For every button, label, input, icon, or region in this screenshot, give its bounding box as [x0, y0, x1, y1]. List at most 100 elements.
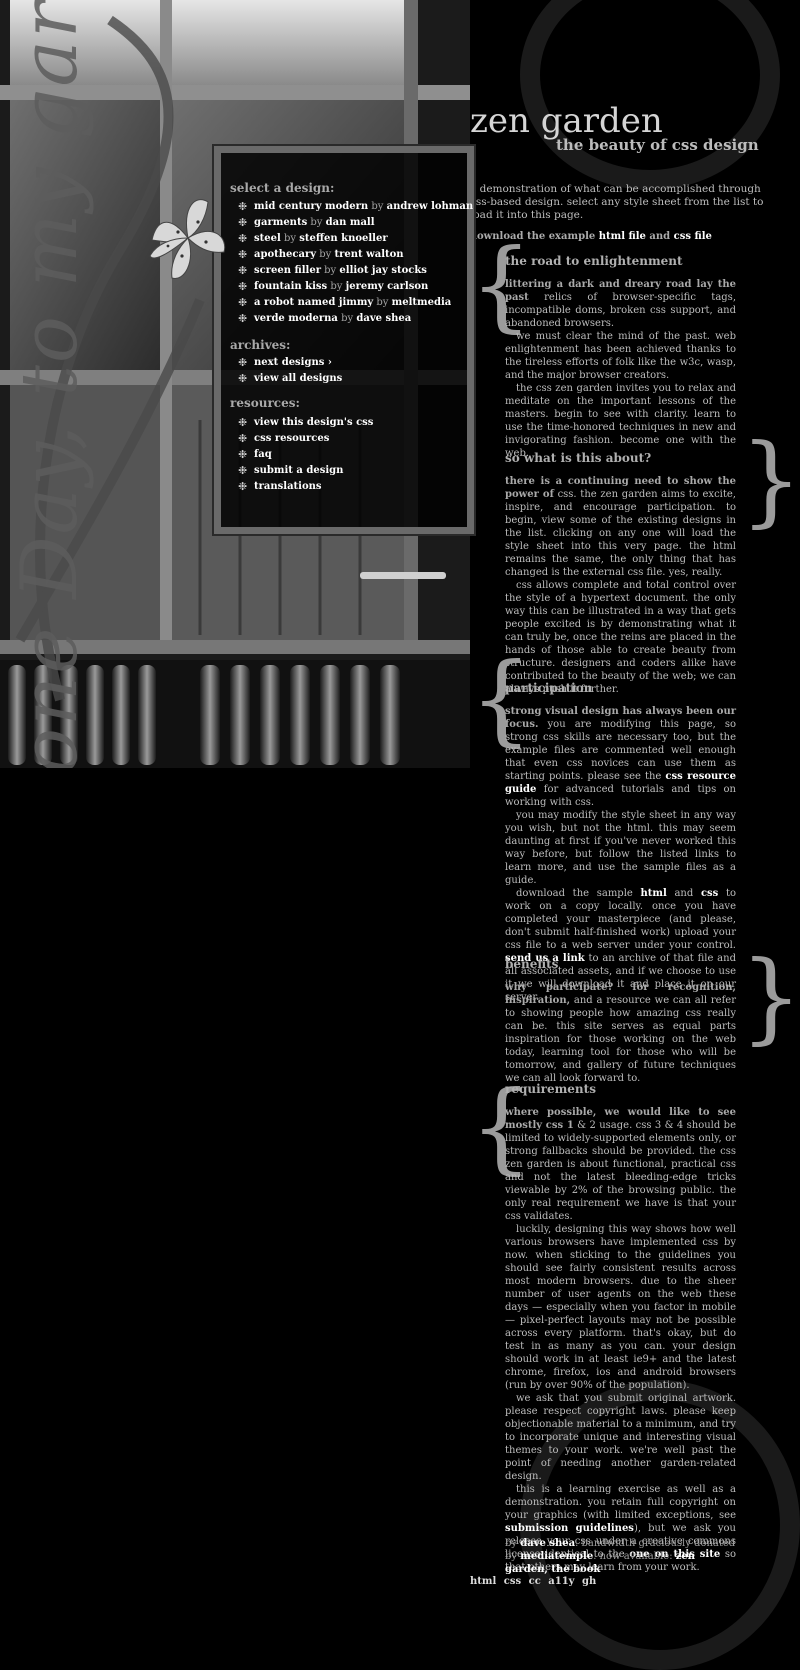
swirl-ornament-top — [520, 0, 780, 190]
footer-link-gh[interactable]: gh — [582, 1576, 596, 1587]
flower-bullet-icon: ❉ — [238, 416, 248, 429]
paragraph-text: & 2 usage. css 3 & 4 should be limited t… — [505, 1120, 736, 1222]
footer-link-a11y[interactable]: a11y — [548, 1576, 574, 1587]
design-item[interactable]: ❉ mid century modern by andrew lohman — [221, 199, 473, 215]
design-author-link[interactable]: jeremy carlson — [346, 281, 429, 292]
script-watermark-text: one Day, to my garden — [5, 0, 95, 768]
design-by: by — [341, 313, 354, 324]
footer-link-html[interactable]: html — [470, 1576, 496, 1587]
section-paragraph: where possible, we would like to see mos… — [505, 1106, 736, 1223]
design-author-link[interactable]: elliot jay stocks — [339, 265, 427, 276]
archive-item[interactable]: ❉ view all designs — [221, 371, 342, 387]
css-file-link[interactable]: css file — [674, 231, 712, 242]
footer-link-css[interactable]: css — [504, 1576, 521, 1587]
design-item[interactable]: ❉ garments by dan mall — [221, 215, 473, 231]
lily-flower-image — [149, 199, 226, 279]
resource-item[interactable]: ❉ submit a design — [221, 463, 373, 479]
design-by: by — [371, 201, 384, 212]
design-name-link[interactable]: verde moderna — [254, 313, 338, 324]
flower-bullet-icon: ❉ — [238, 232, 248, 245]
resource-item[interactable]: ❉ translations — [221, 479, 373, 495]
design-author-link[interactable]: andrew lohman — [387, 201, 474, 212]
paragraph-text: and — [666, 888, 701, 899]
design-item[interactable]: ❉ a robot named jimmy by meltmedia — [221, 295, 473, 311]
footer-links: html css cc a11y gh — [470, 1576, 600, 1587]
next-designs-link[interactable]: next designs › — [254, 357, 332, 368]
sample-html-link[interactable]: html — [641, 888, 667, 899]
css-resources-link[interactable]: css resources — [254, 433, 329, 444]
credits-text: . now available: — [593, 1551, 673, 1562]
design-author-link[interactable]: dan mall — [326, 217, 375, 228]
section-heading: benefits — [505, 957, 559, 971]
select-design-heading: select a design: — [230, 181, 335, 195]
author-link[interactable]: dave shea — [520, 1538, 575, 1549]
design-item[interactable]: ❉ screen filler by elliot jay stocks — [221, 263, 473, 279]
section-heading: requirements — [505, 1082, 596, 1096]
design-name-link[interactable]: fountain kiss — [254, 281, 327, 292]
credits: by dave shea. bandwidth graciously donat… — [505, 1537, 736, 1576]
design-by: by — [324, 265, 337, 276]
flower-bullet-icon: ❉ — [238, 312, 248, 325]
design-by: by — [319, 249, 332, 260]
design-selection-panel: select a design: ❉ mid century modern by … — [214, 146, 474, 534]
design-name-link[interactable]: garments — [254, 217, 307, 228]
design-item[interactable]: ❉ fountain kiss by jeremy carlson — [221, 279, 473, 295]
section-so-what-is-this-about: so what is this about? there is a contin… — [505, 451, 736, 696]
view-all-designs-link[interactable]: view all designs — [254, 373, 342, 384]
design-name-link[interactable]: a robot named jimmy — [254, 297, 373, 308]
section-participation: participation strong visual design has a… — [505, 681, 736, 1004]
design-author-link[interactable]: steffen knoeller — [299, 233, 387, 244]
host-link[interactable]: mediatemple — [520, 1551, 593, 1562]
flower-bullet-icon: ❉ — [238, 280, 248, 293]
section-heading: the road to enlightenment — [505, 254, 683, 268]
submission-guidelines-link[interactable]: submission guidelines — [505, 1523, 634, 1534]
archive-item[interactable]: ❉ next designs › — [221, 355, 342, 371]
sample-css-link[interactable]: css — [701, 888, 718, 899]
design-name-link[interactable]: apothecary — [254, 249, 316, 260]
design-name-link[interactable]: screen filler — [254, 265, 321, 276]
design-item[interactable]: ❉ apothecary by trent walton — [221, 247, 473, 263]
section-paragraph: luckily, designing this way shows how we… — [505, 1224, 736, 1391]
paragraph-text: download the sample — [516, 888, 641, 899]
section-benefits: benefits why participate? for recognitio… — [505, 957, 736, 1085]
resource-item[interactable]: ❉ view this design's css — [221, 415, 373, 431]
flower-bullet-icon: ❉ — [238, 448, 248, 461]
design-author-link[interactable]: dave shea — [356, 313, 411, 324]
section-paragraph: we ask that you submit original artwork.… — [505, 1393, 736, 1482]
design-author-link[interactable]: meltmedia — [392, 297, 452, 308]
design-item[interactable]: ❉ verde moderna by dave shea — [221, 311, 473, 327]
site-title: zen garden — [470, 101, 663, 141]
design-name-link[interactable]: mid century modern — [254, 201, 368, 212]
section-paragraph: we must clear the mind of the past. web … — [505, 331, 736, 381]
design-by: by — [310, 217, 323, 228]
resource-item[interactable]: ❉ css resources — [221, 431, 373, 447]
submit-design-link[interactable]: submit a design — [254, 465, 343, 476]
page-header: zen garden the beauty of css design — [470, 104, 780, 153]
footer-link-cc[interactable]: cc — [529, 1576, 541, 1587]
paragraph-text: for advanced tutorials and tips on worki… — [505, 784, 736, 808]
paragraph-text: and a resource we can all refer to showi… — [505, 995, 736, 1084]
flower-bullet-icon: ❉ — [238, 200, 248, 213]
view-css-link[interactable]: view this design's css — [254, 417, 373, 428]
design-author-link[interactable]: trent walton — [334, 249, 403, 260]
paragraph-text: css. the zen garden aims to excite, insp… — [505, 489, 736, 578]
right-brace-ornament: } — [740, 941, 800, 1055]
section-paragraph: why participate? for recognition, inspir… — [505, 981, 736, 1085]
flower-bullet-icon: ❉ — [238, 372, 248, 385]
resource-item[interactable]: ❉ faq — [221, 447, 373, 463]
section-road-to-enlightenment: the road to enlightenment littering a da… — [505, 254, 736, 460]
flower-bullet-icon: ❉ — [238, 216, 248, 229]
flower-bullet-icon: ❉ — [238, 296, 248, 309]
design-by: by — [376, 297, 389, 308]
right-brace-ornament: } — [740, 424, 800, 538]
section-heading: so what is this about? — [505, 451, 652, 465]
credits-text: by — [505, 1538, 518, 1549]
faq-link[interactable]: faq — [254, 449, 272, 460]
design-item[interactable]: ❉ steel by steffen knoeller — [221, 231, 473, 247]
design-name-link[interactable]: steel — [254, 233, 281, 244]
section-requirements: requirements where possible, we would li… — [505, 1082, 736, 1574]
html-file-link[interactable]: html file — [599, 231, 646, 242]
section-paragraph: the css zen garden invites you to relax … — [505, 383, 736, 459]
section-paragraph: there is a continuing need to show the p… — [505, 475, 736, 579]
translations-link[interactable]: translations — [254, 481, 322, 492]
